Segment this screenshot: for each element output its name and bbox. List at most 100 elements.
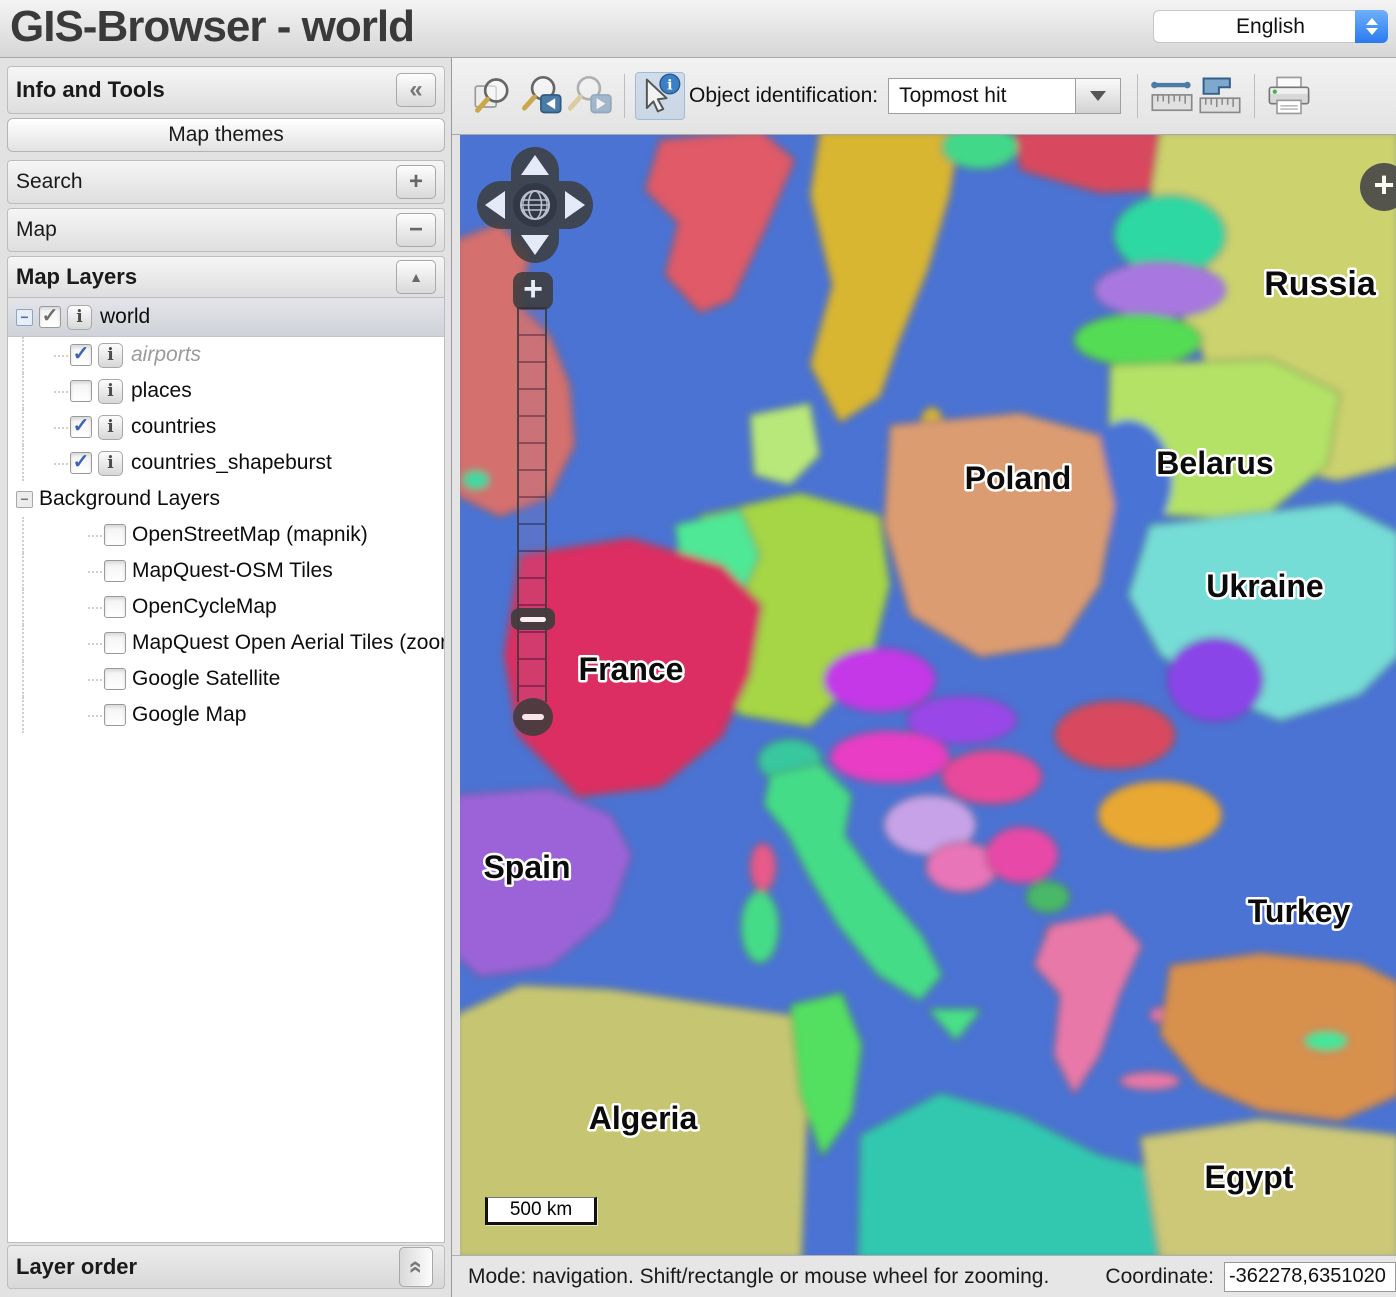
- places-info-icon[interactable]: [98, 379, 123, 404]
- layer-label: countries: [131, 415, 216, 439]
- zoom-full-extent-icon: [472, 74, 516, 118]
- zoom-slider-track[interactable]: [517, 307, 547, 702]
- status-bar: Mode: navigation. Shift/rectangle or mou…: [452, 1255, 1396, 1297]
- zoom-previous-icon: [520, 74, 564, 118]
- zoom-next-button[interactable]: [566, 73, 614, 119]
- country-label: Ukraine: [1206, 568, 1323, 604]
- countries-shapeburst-info-icon[interactable]: [98, 451, 123, 476]
- pan-control[interactable]: [477, 147, 593, 263]
- country-label: Russia: [1264, 265, 1377, 303]
- layer-row-google-satellite[interactable]: Google Satellite: [8, 661, 444, 697]
- object-identification-label: Object identification:: [689, 84, 878, 108]
- airports-checkbox[interactable]: [70, 344, 92, 366]
- app-header: GIS-Browser - world English: [0, 0, 1396, 58]
- map-layers-title: Map Layers: [16, 264, 137, 290]
- print-icon: [1265, 74, 1313, 118]
- page-title: GIS-Browser - world: [10, 2, 414, 52]
- search-label: Search: [16, 170, 83, 194]
- countries-shapeburst-checkbox[interactable]: [70, 452, 92, 474]
- mapquest-osm-checkbox[interactable]: [104, 560, 126, 582]
- layer-row-mapquest-osm[interactable]: MapQuest-OSM Tiles: [8, 553, 444, 589]
- layer-label: Google Satellite: [132, 667, 280, 691]
- identification-mode-value: Topmost hit: [899, 84, 1006, 108]
- expand-layer-order-button[interactable]: [399, 1247, 433, 1287]
- measure-area-button[interactable]: [1196, 73, 1244, 119]
- mode-text: Mode: navigation. Shift/rectangle or mou…: [468, 1265, 1049, 1289]
- sidebar: Info and Tools Map themes Search Map Map…: [0, 58, 452, 1297]
- map-accordion[interactable]: Map: [7, 208, 445, 252]
- chevron-down-icon: [1090, 91, 1106, 101]
- osm-mapnik-checkbox[interactable]: [104, 524, 126, 546]
- layer-label: countries_shapeburst: [131, 451, 332, 475]
- zoom-in-button[interactable]: [513, 272, 553, 310]
- layer-order-header[interactable]: Layer order: [7, 1245, 445, 1289]
- layer-row-airports[interactable]: airports: [8, 337, 444, 373]
- layer-row-opencyclemap[interactable]: OpenCycleMap: [8, 589, 444, 625]
- search-accordion[interactable]: Search: [7, 160, 445, 204]
- layer-label: Google Map: [132, 703, 246, 727]
- layer-row-places[interactable]: places: [8, 373, 444, 409]
- layer-group-label: world: [100, 305, 150, 329]
- pan-down-icon[interactable]: [521, 235, 549, 255]
- collapse-map-button[interactable]: [396, 213, 436, 247]
- toolbar-separator: [624, 74, 625, 118]
- google-satellite-checkbox[interactable]: [104, 668, 126, 690]
- map-themes-button[interactable]: Map themes: [7, 118, 445, 152]
- info-tools-header: Info and Tools: [7, 66, 445, 114]
- layer-label: OpenCycleMap: [132, 595, 277, 619]
- pan-right-icon[interactable]: [565, 191, 585, 219]
- world-info-icon[interactable]: [67, 305, 92, 330]
- layer-row-mapquest-aerial[interactable]: MapQuest Open Aerial Tiles (zoom: [8, 625, 444, 661]
- select-dropdown-button[interactable]: [1075, 79, 1120, 113]
- airports-info-icon[interactable]: [98, 343, 123, 368]
- coordinate-input[interactable]: [1224, 1262, 1396, 1292]
- svg-text:i: i: [667, 77, 673, 93]
- map-layers-header[interactable]: Map Layers: [7, 256, 445, 298]
- coordinate-label: Coordinate:: [1105, 1265, 1214, 1289]
- expand-search-button[interactable]: [396, 165, 436, 199]
- layer-row-osm-mapnik[interactable]: OpenStreetMap (mapnik): [8, 517, 444, 553]
- countries-info-icon[interactable]: [98, 415, 123, 440]
- map-canvas[interactable]: RussiaBelarusPolandUkraineFranceSpainTur…: [460, 135, 1396, 1255]
- globe-icon[interactable]: [513, 183, 557, 227]
- language-select-value: English: [1236, 15, 1305, 39]
- measure-length-button[interactable]: [1148, 73, 1196, 119]
- zoom-full-extent-button[interactable]: [470, 73, 518, 119]
- map-svg: RussiaBelarusPolandUkraineFranceSpainTur…: [460, 135, 1396, 1255]
- collapse-sidebar-button[interactable]: [396, 73, 436, 107]
- chevron-up-icon: [1366, 18, 1378, 25]
- identify-button[interactable]: i: [635, 72, 685, 120]
- layer-row-google-map[interactable]: Google Map: [8, 697, 444, 733]
- identification-mode-select[interactable]: Topmost hit: [888, 78, 1121, 114]
- layer-row-countries[interactable]: countries: [8, 409, 444, 445]
- language-select[interactable]: English: [1153, 10, 1388, 43]
- print-button[interactable]: [1265, 73, 1313, 119]
- map-toolbar: i Object identification: Topmost hit: [452, 58, 1396, 135]
- zoom-slider-handle[interactable]: [511, 608, 555, 630]
- toolbar-separator: [1254, 74, 1255, 118]
- collapse-group-icon[interactable]: [16, 491, 33, 508]
- places-checkbox[interactable]: [70, 380, 92, 402]
- country-label: Poland: [965, 460, 1072, 496]
- collapse-map-layers-button[interactable]: [396, 260, 436, 294]
- country-label: Turkey: [1248, 893, 1351, 929]
- zoom-previous-button[interactable]: [518, 73, 566, 119]
- layer-group-background[interactable]: Background Layers: [8, 481, 444, 517]
- countries-checkbox[interactable]: [70, 416, 92, 438]
- country-label: Spain: [483, 849, 570, 885]
- layer-row-countries-shapeburst[interactable]: countries_shapeburst: [8, 445, 444, 481]
- pan-up-icon[interactable]: [521, 155, 549, 175]
- collapse-group-icon[interactable]: [16, 309, 33, 326]
- google-map-checkbox[interactable]: [104, 704, 126, 726]
- layer-label: OpenStreetMap (mapnik): [132, 523, 368, 547]
- layer-group-world[interactable]: world: [8, 298, 444, 337]
- world-checkbox[interactable]: [39, 306, 61, 328]
- pan-left-icon[interactable]: [485, 191, 505, 219]
- scale-bar: 500 km: [485, 1197, 597, 1225]
- country-label: Egypt: [1205, 1159, 1294, 1195]
- mapquest-aerial-checkbox[interactable]: [104, 632, 126, 654]
- language-stepper-icon[interactable]: [1355, 10, 1388, 43]
- identify-icon: i: [637, 73, 683, 119]
- zoom-out-button[interactable]: [513, 698, 553, 736]
- opencyclemap-checkbox[interactable]: [104, 596, 126, 618]
